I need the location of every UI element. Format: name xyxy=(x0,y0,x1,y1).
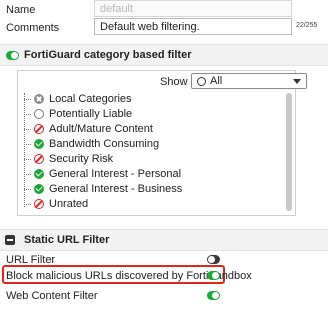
category-label: Bandwidth Consuming xyxy=(49,138,160,150)
category-item[interactable]: Potentially Liable xyxy=(24,107,284,122)
comments-char-counter: 22/255 xyxy=(296,22,318,29)
circle-icon xyxy=(34,109,44,119)
static-url-section-title: Static URL Filter xyxy=(24,234,110,246)
url-filter-toggle[interactable] xyxy=(207,255,220,264)
comments-label: Comments xyxy=(6,22,60,34)
fortiguard-section-title: FortiGuard category based filter xyxy=(24,49,192,61)
category-item[interactable]: General Interest - Personal xyxy=(24,167,284,182)
category-scrollbar[interactable] xyxy=(286,93,292,211)
name-input: default xyxy=(94,0,292,17)
show-label: Show xyxy=(160,76,188,88)
category-label: General Interest - Personal xyxy=(49,168,182,180)
category-item[interactable]: Adult/Mature Content xyxy=(24,122,284,137)
category-item[interactable]: General Interest - Business xyxy=(24,182,284,197)
block-icon xyxy=(34,154,44,164)
circle-icon xyxy=(197,77,206,86)
category-filter-panel: Show All Local Categories Potentially Li… xyxy=(17,70,307,216)
collapse-icon[interactable] xyxy=(5,235,15,245)
block-icon xyxy=(34,124,44,134)
category-label: Adult/Mature Content xyxy=(49,123,153,135)
web-content-filter-label: Web Content Filter xyxy=(6,290,98,302)
show-select[interactable]: All xyxy=(191,73,307,89)
comments-value: Default web filtering. xyxy=(100,21,200,33)
category-label: Potentially Liable xyxy=(49,108,133,120)
static-url-section-header: Static URL Filter xyxy=(0,229,328,251)
category-label: General Interest - Business xyxy=(49,183,183,195)
block-icon xyxy=(34,199,44,209)
category-item[interactable]: Local Categories xyxy=(24,92,284,107)
web-content-filter-toggle[interactable] xyxy=(207,291,220,300)
fortiguard-toggle[interactable] xyxy=(6,51,19,60)
comments-input[interactable]: Default web filtering. xyxy=(94,18,292,35)
category-item[interactable]: Unrated xyxy=(24,197,284,212)
disable-icon xyxy=(34,94,44,104)
chevron-down-icon xyxy=(293,79,301,84)
block-malicious-urls-toggle[interactable] xyxy=(207,271,220,280)
category-item[interactable]: Bandwidth Consuming xyxy=(24,137,284,152)
show-selected-value: All xyxy=(210,75,223,87)
category-label: Security Risk xyxy=(49,153,114,165)
category-label: Unrated xyxy=(49,198,89,210)
allow-check-icon xyxy=(34,139,44,149)
name-label: Name xyxy=(6,4,36,16)
category-item[interactable]: Security Risk xyxy=(24,152,284,167)
allow-check-icon xyxy=(34,169,44,179)
category-label: Local Categories xyxy=(49,93,132,105)
fortiguard-section-header: FortiGuard category based filter xyxy=(0,44,328,66)
allow-check-icon xyxy=(34,184,44,194)
name-value: default xyxy=(100,3,134,15)
